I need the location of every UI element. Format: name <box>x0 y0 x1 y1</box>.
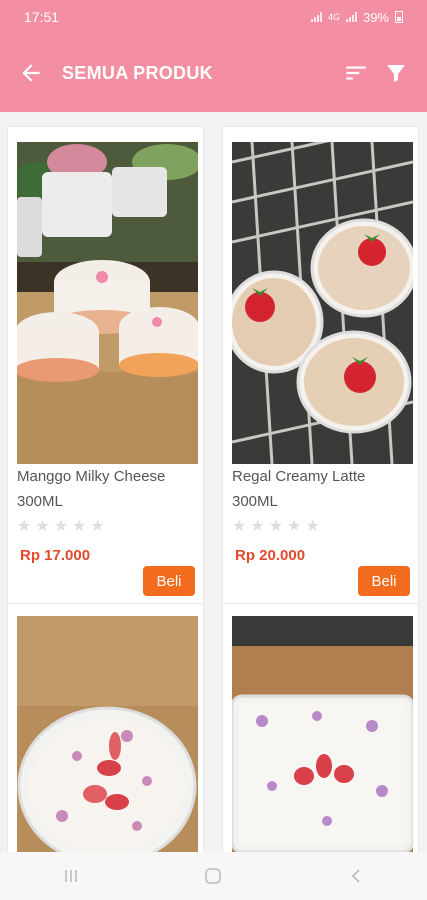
product-grid: Manggo Milky Cheese 300ML ★ ★ ★ ★ ★ Rp 17.00… <box>0 112 427 852</box>
rating-stars: ★ ★ ★ ★ ★ <box>232 519 320 535</box>
star-icon: ★ <box>232 518 247 535</box>
star-icon: ★ <box>72 518 87 535</box>
product-price: Rp 17.000 <box>20 547 91 564</box>
app-bar: SEMUA PRODUK <box>0 34 427 112</box>
star-icon: ★ <box>250 518 265 535</box>
product-name: Manggo Milky Cheese 300ML <box>17 468 166 510</box>
star-icon: ★ <box>35 518 50 535</box>
battery-icon <box>395 11 403 23</box>
signal-icon <box>310 12 322 22</box>
system-nav-bar <box>0 852 427 900</box>
sort-icon[interactable] <box>341 58 371 88</box>
product-name: Regal Creamy Latte 300ML <box>232 468 366 510</box>
back-nav-icon[interactable] <box>336 856 376 896</box>
status-time: 17:51 <box>24 9 60 25</box>
recent-apps-icon[interactable] <box>51 856 91 896</box>
filter-icon[interactable] <box>381 58 411 88</box>
buy-button[interactable]: Beli <box>358 566 410 596</box>
status-bar: 17:51 4G 39% <box>0 0 427 34</box>
product-card[interactable] <box>222 604 419 852</box>
star-icon: ★ <box>287 518 302 535</box>
star-icon: ★ <box>17 518 32 535</box>
data-4g-icon: 4G <box>327 12 340 22</box>
product-card[interactable]: Manggo Milky Cheese 300ML ★ ★ ★ ★ ★ Rp 17.00… <box>7 126 204 604</box>
home-icon[interactable] <box>193 856 233 896</box>
back-arrow-icon[interactable] <box>16 58 46 88</box>
signal-icon-2 <box>345 12 357 22</box>
product-card[interactable]: Regal Creamy Latte 300ML ★ ★ ★ ★ ★ Rp 20.000… <box>222 126 419 604</box>
product-image[interactable] <box>232 616 413 852</box>
status-icons: 4G 39% <box>310 9 403 25</box>
star-icon: ★ <box>53 518 69 535</box>
page-title: SEMUA PRODUK <box>62 62 213 83</box>
star-icon: ★ <box>268 518 284 535</box>
product-card[interactable] <box>7 604 204 852</box>
rating-stars: ★ ★ ★ ★ ★ <box>17 519 105 535</box>
battery-percent: 39% <box>362 9 389 25</box>
star-icon: ★ <box>305 518 320 535</box>
buy-button[interactable]: Beli <box>143 566 195 596</box>
product-price: Rp 20.000 <box>235 547 306 564</box>
star-icon: ★ <box>90 518 105 535</box>
product-image[interactable] <box>17 142 198 464</box>
product-image[interactable] <box>17 616 198 852</box>
product-image[interactable] <box>232 142 413 464</box>
